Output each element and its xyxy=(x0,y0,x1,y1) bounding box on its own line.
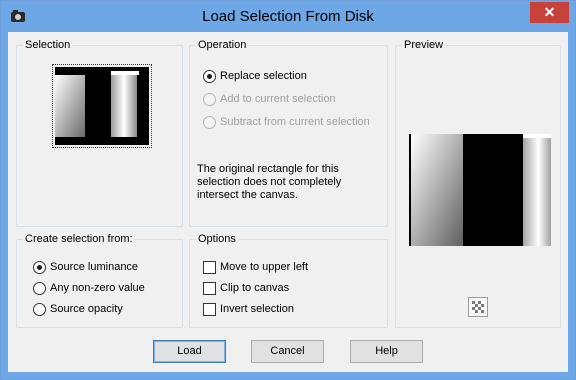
note-line: The original rectangle for this xyxy=(197,163,339,175)
any-nonzero-label: Any non-zero value xyxy=(50,282,145,294)
close-button[interactable]: ✕ xyxy=(530,2,569,23)
move-to-upper-left-checkbox[interactable]: Move to upper left xyxy=(203,259,308,275)
dialog-body: Selection Operation Replace selection Ad… xyxy=(8,32,568,372)
checkbox-box[interactable] xyxy=(203,260,216,274)
source-luminance-label: Source luminance xyxy=(50,261,139,273)
checkerboard-icon xyxy=(472,301,484,313)
create-from-group-label: Create selection from: xyxy=(23,233,135,245)
options-group: Options Move to upper left Clip to canva… xyxy=(189,233,388,328)
invert-selection-label: Invert selection xyxy=(220,303,294,315)
selection-thumbnail[interactable] xyxy=(52,64,152,148)
move-to-upper-left-label: Move to upper left xyxy=(220,261,309,273)
note-line: intersect the canvas. xyxy=(197,189,298,201)
dialog-window: Load Selection From Disk ✕ Selection Ope… xyxy=(0,0,576,380)
radio-indicator[interactable] xyxy=(33,281,46,295)
replace-selection-radio[interactable]: Replace selection xyxy=(203,68,307,84)
preview-group-label: Preview xyxy=(402,39,446,51)
preview-image xyxy=(409,134,551,246)
operation-note: The original rectangle for this selectio… xyxy=(197,163,341,202)
cancel-button[interactable]: Cancel xyxy=(251,340,324,363)
any-nonzero-radio[interactable]: Any non-zero value xyxy=(33,280,145,296)
load-button[interactable]: Load xyxy=(153,340,226,363)
selection-thumbnail-image xyxy=(55,67,149,145)
preview-group: Preview xyxy=(395,39,561,328)
add-to-selection-radio: Add to current selection xyxy=(203,91,336,107)
window-title: Load Selection From Disk xyxy=(202,8,374,25)
operation-group-label: Operation xyxy=(196,39,249,51)
help-button[interactable]: Help xyxy=(350,340,423,363)
create-from-group: Create selection from: Source luminance … xyxy=(16,233,183,328)
selection-group: Selection xyxy=(16,39,183,227)
title-bar[interactable]: Load Selection From Disk ✕ xyxy=(1,1,575,32)
note-line: selection does not completely xyxy=(197,176,342,188)
checkbox-box[interactable] xyxy=(203,302,216,316)
source-opacity-label: Source opacity xyxy=(50,303,123,315)
radio-indicator xyxy=(203,115,216,129)
preview-background-toggle[interactable] xyxy=(468,297,488,317)
invert-selection-checkbox[interactable]: Invert selection xyxy=(203,301,294,317)
clip-to-canvas-checkbox[interactable]: Clip to canvas xyxy=(203,280,289,296)
selection-group-label: Selection xyxy=(23,39,73,51)
radio-indicator xyxy=(203,92,216,106)
source-luminance-radio[interactable]: Source luminance xyxy=(33,259,138,275)
radio-indicator[interactable] xyxy=(203,69,216,83)
subtract-from-selection-radio: Subtract from current selection xyxy=(203,114,370,130)
operation-group: Operation Replace selection Add to curre… xyxy=(189,39,388,227)
radio-indicator[interactable] xyxy=(33,260,46,274)
clip-to-canvas-label: Clip to canvas xyxy=(220,282,290,294)
checkbox-box[interactable] xyxy=(203,281,216,295)
subtract-from-selection-label: Subtract from current selection xyxy=(220,116,370,128)
replace-selection-label: Replace selection xyxy=(220,70,307,82)
source-opacity-radio[interactable]: Source opacity xyxy=(33,301,123,317)
add-to-selection-label: Add to current selection xyxy=(220,93,336,105)
options-group-label: Options xyxy=(196,233,238,245)
radio-indicator[interactable] xyxy=(33,302,46,316)
